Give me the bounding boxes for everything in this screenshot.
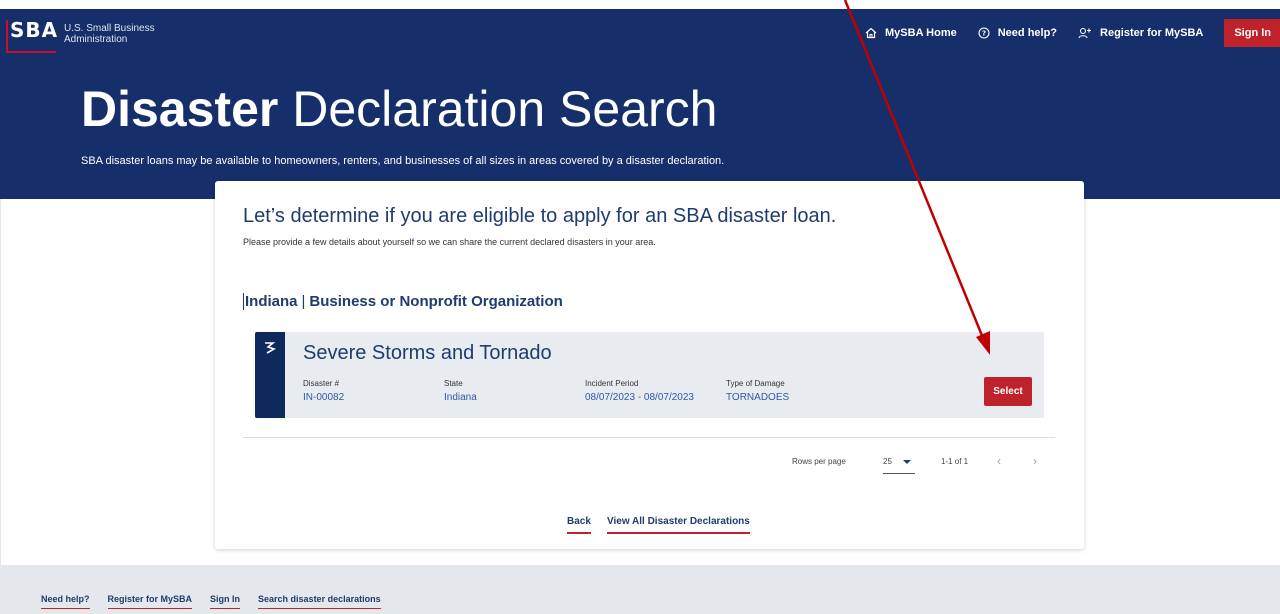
footer-link-sign-in[interactable]: Sign In bbox=[210, 594, 241, 609]
field-label: Type of Damage bbox=[726, 379, 785, 388]
chevron-right-icon[interactable]: › bbox=[1033, 454, 1037, 468]
pagination: Rows per page 25 1-1 of 1 ‹ › bbox=[215, 454, 1084, 474]
nav-mysba-home[interactable]: MySBA Home bbox=[865, 27, 957, 39]
divider bbox=[243, 437, 1055, 438]
field-label: Disaster # bbox=[303, 379, 340, 388]
field-value: Indiana bbox=[444, 392, 477, 403]
sba-mark-icon bbox=[265, 342, 276, 354]
rows-per-page-value: 25 bbox=[883, 457, 892, 466]
page-title: Disaster Declaration Search bbox=[81, 84, 717, 134]
disaster-row-strip bbox=[255, 332, 285, 418]
selected-filters: Indiana | Business or Nonprofit Organizati… bbox=[243, 293, 563, 310]
sba-logo[interactable]: SBA U.S. Small Business Administration bbox=[6, 18, 174, 53]
nav-mysba-home-label: MySBA Home bbox=[885, 27, 957, 39]
chevron-left-icon[interactable]: ‹ bbox=[997, 454, 1001, 468]
filter-type: Business or Nonprofit Organization bbox=[309, 293, 563, 310]
card-title: Let’s determine if you are eligible to a… bbox=[243, 205, 837, 227]
help-circle-icon: ? bbox=[978, 27, 990, 39]
page-title-light: Declaration Search bbox=[292, 81, 718, 137]
filter-state: Indiana bbox=[245, 293, 298, 310]
disaster-title: Severe Storms and Tornado bbox=[303, 342, 552, 364]
field-value: IN-00082 bbox=[303, 392, 345, 403]
card-subtitle: Please provide a few details about yours… bbox=[243, 237, 656, 247]
footer-link-register[interactable]: Register for MySBA bbox=[107, 594, 193, 609]
logo-text: SBA bbox=[10, 18, 59, 42]
field-label: Incident Period bbox=[585, 379, 639, 388]
disaster-result-row: Severe Storms and Tornado Disaster # IN-… bbox=[255, 332, 1044, 418]
field-disaster-number: Disaster # IN-00082 bbox=[303, 379, 344, 403]
footer-link-search-declarations[interactable]: Search disaster declarations bbox=[258, 594, 381, 609]
svg-text:?: ? bbox=[982, 30, 986, 38]
back-link[interactable]: Back bbox=[567, 516, 591, 534]
footer-links: Need help? Register for MySBA Sign In Se… bbox=[41, 594, 399, 609]
filter-separator: | bbox=[301, 293, 306, 310]
top-strip bbox=[0, 0, 1280, 9]
field-value: TORNADOES bbox=[726, 392, 790, 403]
sign-in-button[interactable]: Sign In bbox=[1224, 19, 1280, 47]
add-user-icon bbox=[1078, 27, 1092, 39]
view-all-declarations-link[interactable]: View All Disaster Declarations bbox=[607, 516, 750, 534]
card-actions: Back View All Disaster Declarations bbox=[215, 516, 1084, 536]
page-title-bold: Disaster bbox=[81, 81, 279, 137]
org-name: U.S. Small Business Administration bbox=[64, 23, 155, 45]
field-state: State Indiana bbox=[444, 379, 477, 403]
home-icon bbox=[865, 27, 877, 39]
rows-per-page-label: Rows per page bbox=[792, 457, 846, 466]
nav-register-label: Register for MySBA bbox=[1100, 27, 1204, 39]
sba-logo-mark: SBA bbox=[6, 18, 59, 53]
field-label: State bbox=[444, 379, 463, 388]
caret-down-icon bbox=[903, 460, 911, 464]
footer-link-need-help[interactable]: Need help? bbox=[41, 594, 90, 609]
top-nav: MySBA Home ? Need help? Register for MyS… bbox=[865, 19, 1280, 47]
field-value: 08/07/2023 - 08/07/2023 bbox=[585, 392, 694, 403]
page-range: 1-1 of 1 bbox=[941, 457, 969, 466]
rows-per-page-select[interactable]: 25 bbox=[883, 455, 915, 474]
eligibility-card: Let’s determine if you are eligible to a… bbox=[215, 181, 1084, 549]
field-type-of-damage: Type of Damage TORNADOES bbox=[726, 379, 789, 403]
field-incident-period: Incident Period 08/07/2023 - 08/07/2023 bbox=[585, 379, 694, 403]
nav-register[interactable]: Register for MySBA bbox=[1078, 27, 1203, 39]
nav-need-help-label: Need help? bbox=[997, 27, 1058, 39]
nav-need-help[interactable]: ? Need help? bbox=[978, 27, 1057, 39]
select-button[interactable]: Select bbox=[984, 377, 1032, 406]
page-subtitle: SBA disaster loans may be available to h… bbox=[81, 155, 725, 167]
